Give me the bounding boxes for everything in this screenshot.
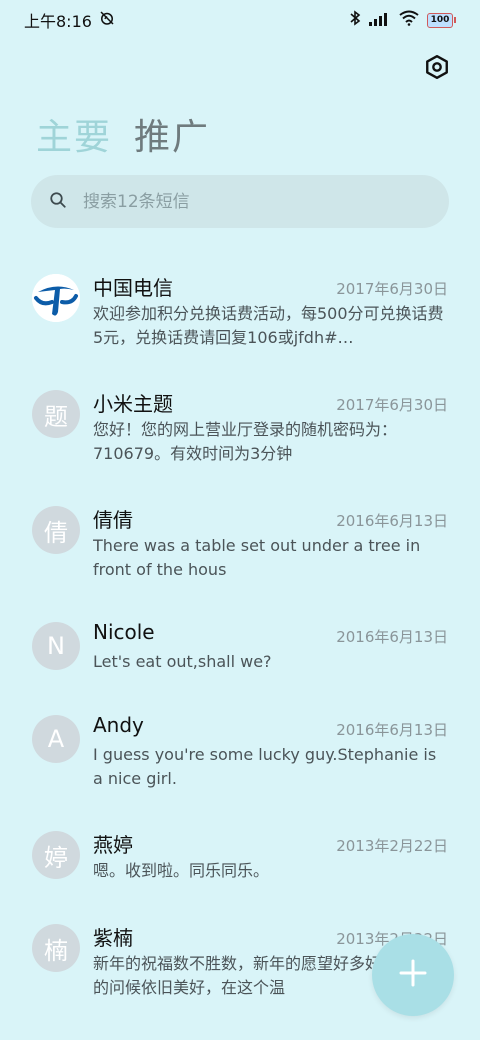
bluetooth-icon bbox=[349, 9, 361, 31]
status-left: 上午8:16 bbox=[24, 8, 116, 32]
avatar: N bbox=[32, 622, 80, 670]
alarm-off-icon bbox=[98, 9, 116, 31]
contact-name: 中国电信 bbox=[93, 276, 173, 300]
message-date: 2016年6月13日 bbox=[336, 721, 448, 739]
avatar: 婷 bbox=[32, 831, 80, 879]
status-time: 上午8:16 bbox=[24, 12, 92, 31]
contact-name: 燕婷 bbox=[93, 833, 133, 857]
battery-icon: 100 bbox=[427, 12, 456, 28]
search-input[interactable] bbox=[81, 190, 405, 213]
avatar: 倩 bbox=[32, 506, 80, 554]
message-list: 中国电信 2017年6月30日 欢迎参加积分兑换话费活动，每500分可兑换话费5… bbox=[0, 262, 480, 1028]
list-item[interactable]: 婷 燕婷 2013年2月22日 嗯。收到啦。同乐同乐。 bbox=[0, 819, 480, 912]
avatar: 楠 bbox=[32, 924, 80, 972]
china-telecom-logo-icon bbox=[32, 274, 80, 322]
plus-icon bbox=[399, 959, 427, 991]
list-item[interactable]: A Andy 2016年6月13日 I guess you're some lu… bbox=[0, 703, 480, 819]
settings-button[interactable] bbox=[422, 54, 452, 84]
list-item[interactable]: 中国电信 2017年6月30日 欢迎参加积分兑换话费活动，每500分可兑换话费5… bbox=[0, 262, 480, 378]
battery-level: 100 bbox=[427, 12, 453, 28]
message-preview: 您好！您的网上营业厅登录的随机密码为：710679。有效时间为3分钟 bbox=[93, 420, 398, 463]
list-item[interactable]: 题 小米主题 2017年6月30日 您好！您的网上营业厅登录的随机密码为：710… bbox=[0, 378, 480, 494]
message-date: 2017年6月30日 bbox=[336, 396, 448, 414]
new-message-button[interactable] bbox=[372, 934, 454, 1016]
status-bar: 上午8:16 100 bbox=[0, 0, 480, 40]
signal-icon bbox=[369, 11, 391, 30]
message-date: 2016年6月13日 bbox=[336, 512, 448, 530]
tab-main[interactable]: 主要 bbox=[36, 108, 112, 160]
contact-name: 倩倩 bbox=[93, 508, 133, 532]
message-preview: There was a table set out under a tree i… bbox=[93, 536, 421, 579]
search-bar[interactable] bbox=[31, 175, 449, 228]
search-icon bbox=[49, 191, 67, 213]
contact-name: Andy bbox=[93, 713, 144, 737]
settings-icon bbox=[424, 54, 450, 84]
message-preview: 欢迎参加积分兑换话费活动，每500分可兑换话费5元，兑换话费请回复106或jfd… bbox=[93, 304, 444, 347]
contact-name: 小米主题 bbox=[93, 392, 173, 416]
tabs: 主要 推广 bbox=[36, 108, 210, 160]
avatar bbox=[32, 274, 80, 322]
message-preview: 嗯。收到啦。同乐同乐。 bbox=[93, 861, 270, 880]
message-preview: Let's eat out,shall we? bbox=[93, 652, 272, 671]
contact-name: Nicole bbox=[93, 620, 155, 644]
list-item[interactable]: N Nicole 2016年6月13日 Let's eat out,shall … bbox=[0, 610, 480, 703]
list-item[interactable]: 倩 倩倩 2016年6月13日 There was a table set ou… bbox=[0, 494, 480, 610]
message-date: 2017年6月30日 bbox=[336, 280, 448, 298]
message-date: 2016年6月13日 bbox=[336, 628, 448, 646]
message-preview: I guess you're some lucky guy.Stephanie … bbox=[93, 745, 437, 788]
tab-promotion[interactable]: 推广 bbox=[134, 108, 210, 160]
avatar: A bbox=[32, 715, 80, 763]
avatar: 题 bbox=[32, 390, 80, 438]
message-date: 2013年2月22日 bbox=[336, 837, 448, 855]
contact-name: 紫楠 bbox=[93, 926, 133, 950]
status-right: 100 bbox=[349, 9, 456, 31]
wifi-icon bbox=[399, 10, 419, 30]
